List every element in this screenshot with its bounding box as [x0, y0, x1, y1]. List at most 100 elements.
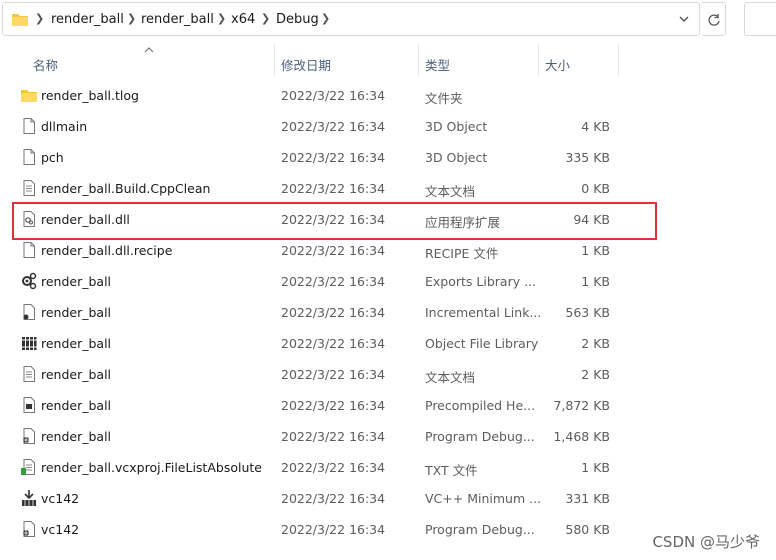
file-row[interactable]: render_ball.Build.CppClean 2022/3/22 16:3… [0, 173, 776, 204]
file-size: 335 KB [565, 150, 610, 165]
chevron-right-icon: ❯ [127, 12, 137, 25]
sort-ascending-icon [144, 47, 154, 53]
file-type: Precompiled He... [425, 398, 536, 413]
file-date: 2022/3/22 16:34 [281, 243, 386, 258]
file-icon [23, 118, 35, 134]
column-divider[interactable] [274, 44, 275, 76]
file-icon [23, 149, 35, 165]
file-size: 331 KB [565, 491, 610, 506]
file-name: vc142 [41, 522, 80, 537]
file-date: 2022/3/22 16:34 [281, 398, 386, 413]
file-row[interactable]: vc142 2022/3/22 16:34 VC++ Minimum ... 331 … [0, 483, 776, 514]
file-size: 4 KB [581, 119, 610, 134]
chevron-right-icon: ❯ [35, 12, 45, 25]
text-file-icon [23, 180, 35, 196]
file-date: 2022/3/22 16:34 [281, 367, 386, 382]
file-size: 2 KB [581, 367, 610, 382]
column-type[interactable]: 类型 [425, 55, 450, 74]
file-type: 文件夹 [425, 91, 463, 106]
program-debug-icon [23, 521, 35, 537]
column-divider[interactable] [418, 44, 419, 76]
column-date[interactable]: 修改日期 [281, 55, 331, 74]
file-size: 2 KB [581, 336, 610, 351]
precompiled-header-icon [23, 397, 35, 413]
exports-library-icon [22, 272, 37, 290]
file-date: 2022/3/22 16:34 [281, 181, 386, 196]
column-name[interactable]: 名称 [33, 55, 58, 74]
breadcrumb-item[interactable]: x64 [231, 12, 255, 27]
text-file-icon [23, 366, 35, 382]
file-date: 2022/3/22 16:34 [281, 491, 386, 506]
column-size[interactable]: 大小 [545, 55, 570, 74]
folder-icon [21, 90, 37, 102]
file-row[interactable]: dllmain 2022/3/22 16:34 3D Object 4 KB [0, 111, 776, 142]
breadcrumb-item[interactable]: render_ball [141, 12, 214, 27]
file-row[interactable]: render_ball 2022/3/22 16:34 Exports Librar… [0, 266, 776, 297]
file-date: 2022/3/22 16:34 [281, 429, 386, 444]
file-size: 580 KB [565, 522, 610, 537]
column-header: 名称 修改日期 类型 大小 [0, 44, 776, 78]
file-type: TXT 文件 [425, 463, 478, 478]
file-type: RECIPE 文件 [425, 246, 499, 261]
file-name: render_ball.vcxproj.FileListAbsolute [41, 460, 262, 475]
column-divider[interactable] [538, 44, 539, 76]
file-type: Program Debug... [425, 429, 535, 444]
file-size: 1,468 KB [553, 429, 610, 444]
file-date: 2022/3/22 16:34 [281, 305, 386, 320]
file-size: 1 KB [581, 274, 610, 289]
file-name: render_ball.dll.recipe [41, 243, 173, 258]
file-date: 2022/3/22 16:34 [281, 522, 386, 537]
breadcrumb-item[interactable]: Debug [276, 12, 319, 27]
file-name: dllmain [41, 119, 88, 134]
file-size: 563 KB [565, 305, 610, 320]
chevron-right-icon: ❯ [261, 12, 271, 25]
folder-icon [12, 14, 28, 26]
file-icon [23, 242, 35, 258]
refresh-icon [708, 14, 720, 26]
file-name: render_ball.tlog [41, 88, 139, 103]
txt-file-icon [21, 459, 35, 475]
file-date: 2022/3/22 16:34 [281, 150, 386, 165]
incremental-link-icon [23, 304, 35, 320]
file-row[interactable]: render_ball 2022/3/22 16:34 Object File Li… [0, 328, 776, 359]
file-name: render_ball [41, 398, 112, 413]
chevron-down-icon[interactable] [675, 10, 693, 28]
column-divider[interactable] [618, 44, 619, 76]
file-name: render_ball [41, 336, 112, 351]
chevron-right-icon: ❯ [321, 12, 331, 25]
file-row[interactable]: pch 2022/3/22 16:34 3D Object 335 KB [0, 142, 776, 173]
search-input[interactable] [744, 2, 776, 36]
file-date: 2022/3/22 16:34 [281, 460, 386, 475]
file-row[interactable]: render_ball.vcxproj.FileListAbsolute 2022… [0, 452, 776, 483]
file-type: Program Debug... [425, 522, 535, 537]
file-type: 3D Object [425, 150, 488, 165]
file-name: render_ball [41, 305, 112, 320]
breadcrumb-item[interactable]: render_ball [51, 12, 124, 27]
file-name: render_ball.Build.CppClean [41, 181, 211, 196]
file-size: 1 KB [581, 243, 610, 258]
file-type: 文本文档 [425, 370, 476, 385]
file-type: 3D Object [425, 119, 488, 134]
watermark: CSDN @马少爷 [652, 533, 760, 551]
file-type: Exports Library ... [425, 274, 537, 289]
file-type: 文本文档 [425, 184, 476, 199]
file-name: render_ball [41, 274, 112, 289]
file-date: 2022/3/22 16:34 [281, 336, 386, 351]
highlight-box [12, 202, 657, 240]
breadcrumb[interactable]: ❯ render_ball ❯ render_ball ❯ x64 ❯ Debu… [2, 2, 700, 36]
file-name: vc142 [41, 491, 80, 506]
file-date: 2022/3/22 16:34 [281, 88, 386, 103]
file-size: 1 KB [581, 460, 610, 475]
address-bar: ❯ render_ball ❯ render_ball ❯ x64 ❯ Debu… [0, 0, 776, 40]
refresh-button[interactable] [702, 2, 726, 36]
file-row[interactable]: render_ball 2022/3/22 16:34 Incremental Li… [0, 297, 776, 328]
file-row[interactable]: render_ball 2022/3/22 16:34 Precompiled He… [0, 390, 776, 421]
file-name: render_ball [41, 429, 112, 444]
file-row[interactable]: render_ball.tlog 2022/3/22 16:34 文件夹 [0, 80, 776, 111]
file-row[interactable]: render_ball 2022/3/22 16:34 Program Debug.… [0, 421, 776, 452]
chevron-right-icon: ❯ [217, 12, 227, 25]
file-row[interactable]: render_ball 2022/3/22 16:34 文本文档 2 KB [0, 359, 776, 390]
file-name: pch [41, 150, 64, 165]
file-type: VC++ Minimum ... [425, 491, 542, 506]
file-name: render_ball [41, 367, 112, 382]
